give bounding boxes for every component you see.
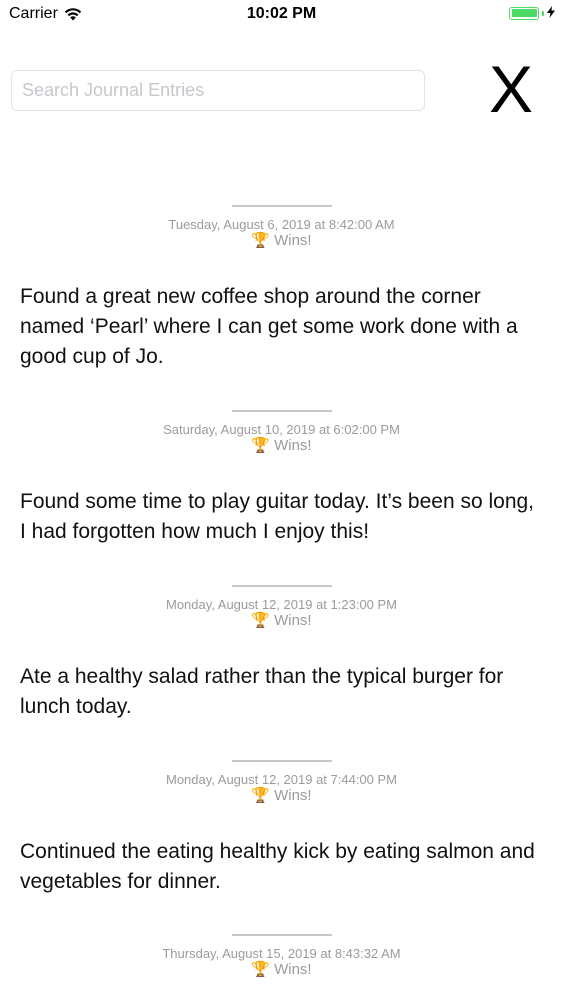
entry-divider xyxy=(231,934,332,936)
entry-text: Ate a healthy salad rather than the typi… xyxy=(20,665,504,718)
journal-entry[interactable]: Monday, August 12, 2019 at 7:44:00 PM 🏆 W… xyxy=(0,760,563,897)
close-icon: X xyxy=(489,56,533,126)
close-label: X xyxy=(489,56,533,126)
entry-date: Tuesday, August 6, 2019 at 8:42:00 AM xyxy=(168,217,395,232)
entry-tag: 🏆 Wins! xyxy=(0,788,563,804)
entry-date: Saturday, August 10, 2019 at 6:02:00 PM xyxy=(163,422,400,437)
journal-entry[interactable]: Thursday, August 15, 2019 at 8:43:32 AM … xyxy=(0,934,563,978)
entry-text: Continued the eating healthy kick by eat… xyxy=(20,840,535,893)
entry-date: Thursday, August 15, 2019 at 8:43:32 AM xyxy=(162,946,401,961)
entry-date: Monday, August 12, 2019 at 7:44:00 PM xyxy=(165,772,398,787)
entry-tag-label: Wins! xyxy=(274,437,312,454)
battery-fill xyxy=(511,9,537,17)
battery-body xyxy=(509,6,539,20)
search-field[interactable] xyxy=(11,70,425,111)
trophy-icon: 🏆 xyxy=(251,612,271,629)
entry-divider xyxy=(231,760,332,762)
search-input[interactable] xyxy=(12,71,424,110)
journal-entry[interactable]: Saturday, August 10, 2019 at 6:02:00 PM … xyxy=(0,410,563,547)
trophy-icon: 🏆 xyxy=(251,787,271,804)
journal-entry[interactable]: Monday, August 12, 2019 at 1:23:00 PM 🏆 W… xyxy=(0,585,563,722)
trophy-icon: 🏆 xyxy=(251,437,271,454)
entry-text: Found some time to play guitar today. It… xyxy=(20,490,535,543)
entry-date: Monday, August 12, 2019 at 1:23:00 PM xyxy=(165,597,398,612)
entry-tag: 🏆 Wins! xyxy=(0,613,563,629)
entry-divider xyxy=(231,205,332,207)
entry-divider xyxy=(231,410,332,412)
entry-tag: 🏆 Wins! xyxy=(0,962,563,978)
close-button[interactable]: X xyxy=(486,56,536,126)
entry-tag-label: Wins! xyxy=(274,961,312,978)
entry-tag: 🏆 Wins! xyxy=(0,438,563,454)
entry-divider xyxy=(231,585,332,587)
entry-tag: 🏆 Wins! xyxy=(0,233,563,249)
trophy-icon: 🏆 xyxy=(251,232,271,249)
status-bar: Carrier 10:02 PM xyxy=(0,0,563,30)
entry-tag-label: Wins! xyxy=(274,232,312,249)
status-time: 10:02 PM xyxy=(246,5,317,22)
entry-text: Found a great new coffee shop around the… xyxy=(20,285,518,368)
battery-tip xyxy=(542,10,544,16)
trophy-icon: 🏆 xyxy=(251,961,271,978)
journal-entry[interactable]: Tuesday, August 6, 2019 at 8:42:00 AM 🏆 W… xyxy=(0,205,563,372)
entry-tag-label: Wins! xyxy=(274,612,312,629)
battery-icon xyxy=(509,6,555,20)
charging-bolt-icon xyxy=(547,6,555,20)
entry-tag-label: Wins! xyxy=(274,787,312,804)
